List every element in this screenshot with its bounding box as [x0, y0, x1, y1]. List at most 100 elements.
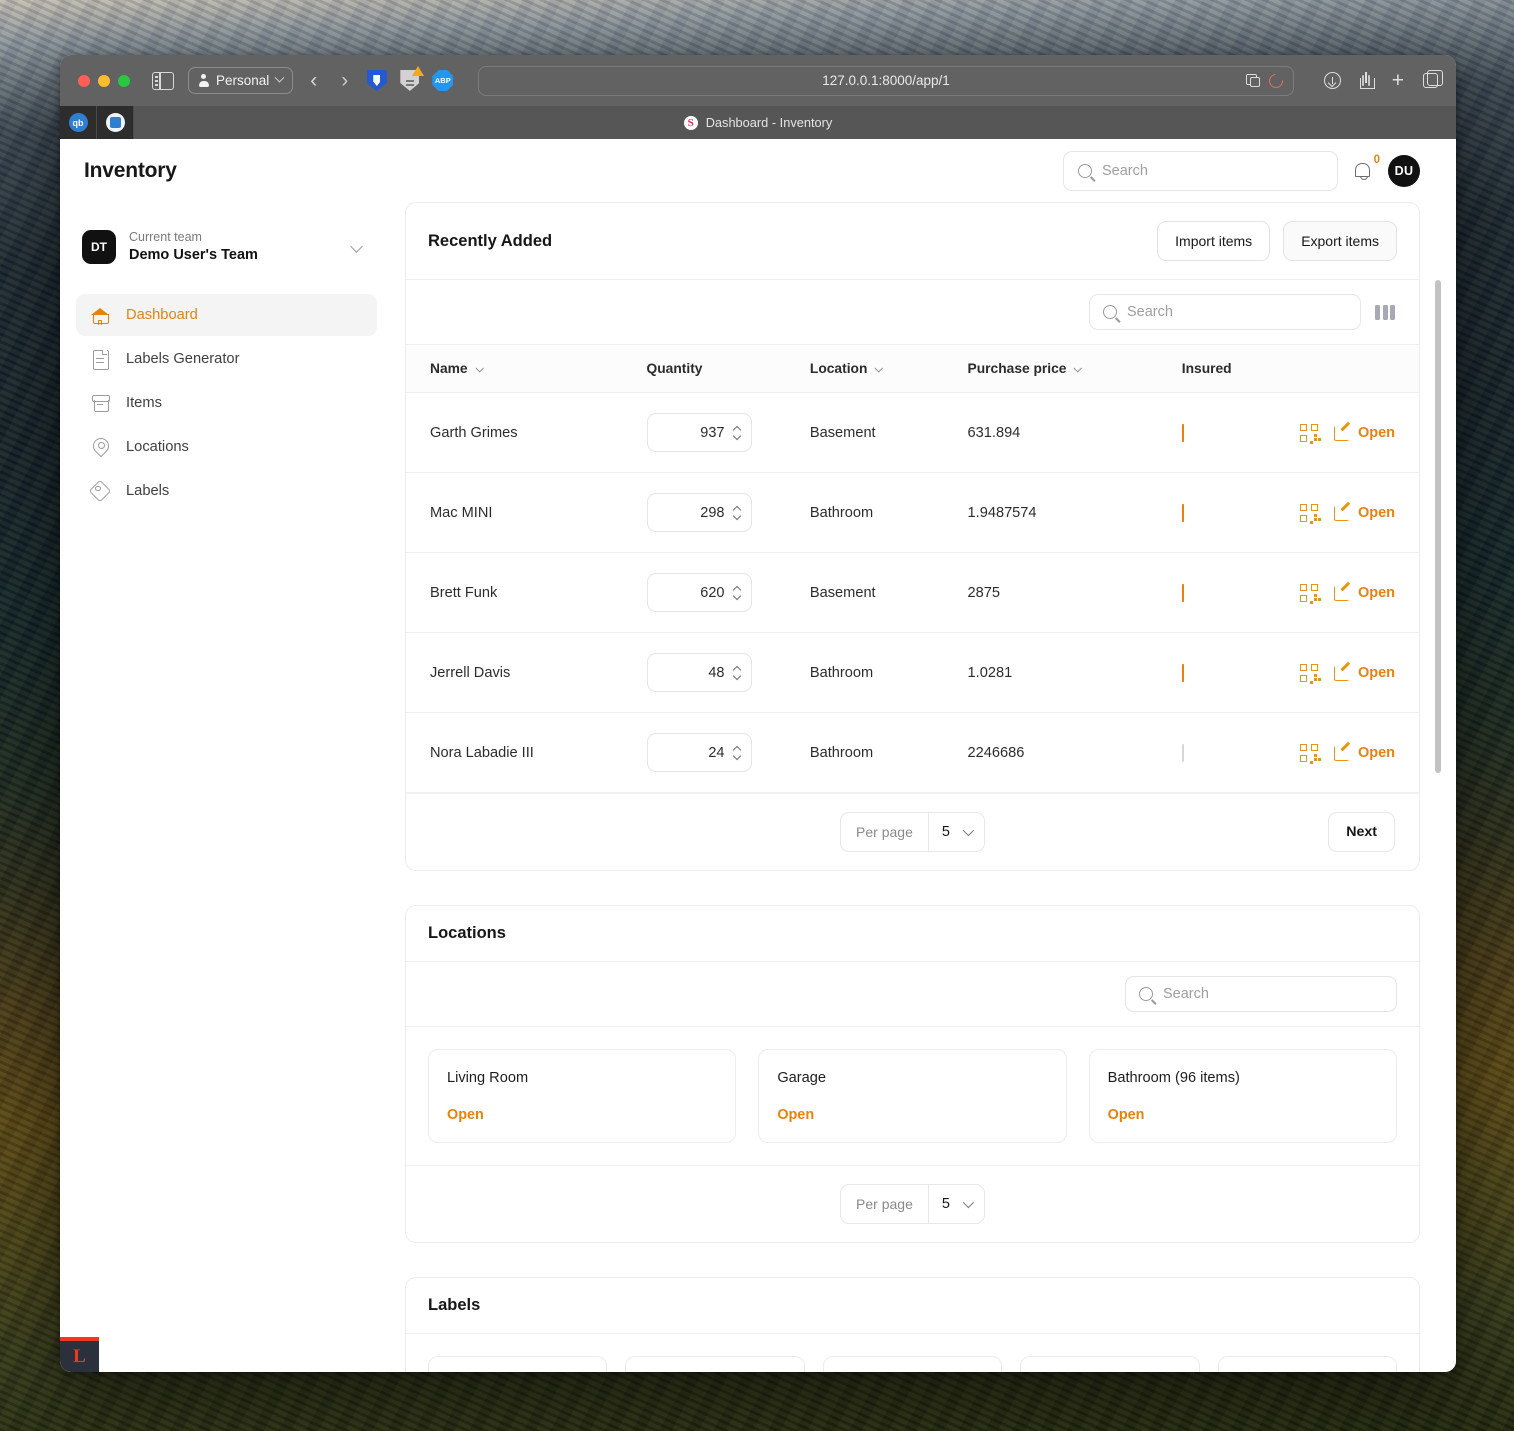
column-toggle-icon[interactable] — [1373, 303, 1397, 322]
open-link[interactable]: Open — [1358, 745, 1395, 761]
maximize-window-button[interactable] — [118, 74, 130, 87]
box-icon — [90, 393, 110, 413]
address-bar[interactable]: 127.0.0.1:8000/app/1 — [478, 65, 1294, 96]
location-card[interactable]: Garage Open — [758, 1049, 1067, 1143]
location-open-link[interactable]: Open — [447, 1107, 484, 1123]
export-items-button[interactable]: Export items — [1283, 221, 1397, 261]
forward-button[interactable]: › — [334, 70, 355, 91]
cell-purchase-price: 2875 — [967, 552, 1182, 633]
adblock-plus-icon[interactable]: ABP — [431, 69, 454, 92]
quantity-stepper[interactable]: 620 — [646, 573, 752, 612]
edit-icon[interactable] — [1333, 424, 1351, 441]
column-header-purchase-price[interactable]: Purchase price — [967, 344, 1182, 393]
bitwarden-icon[interactable] — [365, 69, 388, 92]
browser-profile-button[interactable]: Personal — [188, 67, 294, 94]
reload-icon[interactable] — [1265, 70, 1286, 91]
label-chip[interactable]: General (38) — [428, 1356, 608, 1372]
per-page-select[interactable]: 5 — [927, 1185, 984, 1223]
qr-code-icon[interactable] — [1299, 503, 1318, 522]
qr-code-icon[interactable] — [1299, 743, 1318, 762]
edit-icon[interactable] — [1333, 504, 1351, 521]
quantity-stepper[interactable]: 298 — [646, 493, 752, 532]
per-page-value: 5 — [941, 824, 950, 840]
location-open-link[interactable]: Open — [1108, 1107, 1145, 1123]
per-page-control[interactable]: Per page 5 — [840, 1184, 985, 1224]
open-link[interactable]: Open — [1358, 505, 1395, 521]
label-chip[interactable]: Appliances (36) — [822, 1356, 1003, 1372]
open-link[interactable]: Open — [1358, 425, 1395, 441]
stepper-arrows[interactable] — [734, 586, 742, 599]
qr-code-icon[interactable] — [1299, 423, 1318, 442]
share-icon[interactable] — [1359, 72, 1375, 89]
quantity-stepper[interactable]: 937 — [646, 413, 752, 452]
column-header-quantity: Quantity — [646, 344, 810, 393]
person-icon — [198, 74, 209, 87]
close-window-button[interactable] — [78, 74, 90, 87]
qr-code-icon[interactable] — [1299, 663, 1318, 682]
insured-checkbox[interactable] — [1181, 663, 1184, 682]
pinned-tab-1[interactable]: qb — [60, 106, 97, 139]
stepper-arrows[interactable] — [734, 426, 742, 439]
sidebar-item-items[interactable]: Items — [76, 382, 377, 424]
qr-code-icon[interactable] — [1299, 583, 1318, 602]
scrollbar-thumb[interactable] — [1435, 280, 1441, 773]
table-search[interactable] — [1089, 294, 1361, 330]
sidebar-item-dashboard[interactable]: Dashboard — [76, 293, 377, 336]
location-card[interactable]: Bathroom (96 items) Open — [1088, 1049, 1397, 1143]
sidebar-item-labels[interactable]: Labels — [76, 470, 377, 512]
recently-added-title: Recently Added — [428, 231, 553, 250]
notifications-button[interactable]: 0 — [1352, 154, 1380, 183]
open-link[interactable]: Open — [1358, 665, 1395, 681]
label-chip[interactable]: IOT (35) — [1020, 1356, 1200, 1372]
insured-checkbox[interactable] — [1181, 423, 1184, 442]
back-button[interactable]: ‹ — [303, 70, 324, 91]
locations-search-input[interactable] — [1163, 986, 1383, 1002]
downloads-icon[interactable] — [1323, 72, 1341, 89]
insured-checkbox[interactable] — [1181, 743, 1184, 762]
quantity-stepper[interactable]: 48 — [646, 653, 752, 692]
global-search-input[interactable] — [1102, 162, 1323, 179]
stepper-arrows[interactable] — [734, 746, 742, 759]
grammarly-icon[interactable] — [398, 66, 425, 92]
edit-icon[interactable] — [1333, 744, 1351, 761]
avatar[interactable]: DU — [1388, 154, 1420, 187]
new-tab-icon[interactable]: + — [1392, 70, 1404, 91]
laravel-debugbar-icon[interactable]: L — [60, 1337, 99, 1372]
chevron-down-icon — [1073, 363, 1083, 373]
location-card[interactable]: Living Room Open — [428, 1049, 737, 1143]
labels-card: Labels General (38) Servers (37) Appliance… — [405, 1277, 1420, 1372]
label-chip[interactable]: Servers (37) — [625, 1356, 805, 1372]
translate-icon[interactable] — [1245, 74, 1260, 87]
quantity-stepper[interactable]: 24 — [646, 733, 752, 772]
column-header-name[interactable]: Name — [406, 344, 647, 393]
cell-purchase-price: 631.894 — [967, 392, 1182, 473]
tab-overview-icon[interactable] — [1423, 70, 1443, 88]
minimize-window-button[interactable] — [98, 74, 110, 87]
column-header-location[interactable]: Location — [809, 344, 968, 393]
url-text: 127.0.0.1:8000/app/1 — [822, 73, 950, 88]
open-link[interactable]: Open — [1358, 585, 1395, 601]
location-open-link[interactable]: Open — [777, 1107, 814, 1123]
sidebar-item-labels-generator[interactable]: Labels Generator — [76, 338, 377, 380]
import-items-button[interactable]: Import items — [1157, 221, 1271, 261]
stepper-arrows[interactable] — [734, 666, 742, 679]
insured-checkbox[interactable] — [1181, 503, 1184, 522]
pinned-tab-2[interactable] — [97, 106, 134, 139]
table-search-input[interactable] — [1127, 304, 1347, 320]
edit-icon[interactable] — [1333, 664, 1351, 681]
team-switcher[interactable]: DT Current team Demo User's Team — [76, 224, 377, 266]
locations-search[interactable] — [1125, 976, 1397, 1012]
cell-location: Bathroom — [809, 712, 968, 793]
per-page-control[interactable]: Per page 5 — [840, 812, 985, 852]
per-page-select[interactable]: 5 — [927, 813, 984, 851]
sidebar-toggle-icon[interactable] — [152, 71, 174, 90]
global-search[interactable] — [1063, 150, 1338, 191]
insured-checkbox[interactable] — [1181, 583, 1184, 602]
main-scrollbar[interactable] — [1432, 202, 1444, 1372]
sidebar-item-locations[interactable]: Locations — [76, 426, 377, 468]
label-chip[interactable]: Electronics (33) — [1217, 1356, 1397, 1372]
next-page-button[interactable]: Next — [1328, 812, 1395, 852]
location-name: Living Room — [447, 1070, 529, 1086]
stepper-arrows[interactable] — [734, 506, 742, 519]
edit-icon[interactable] — [1333, 584, 1351, 601]
